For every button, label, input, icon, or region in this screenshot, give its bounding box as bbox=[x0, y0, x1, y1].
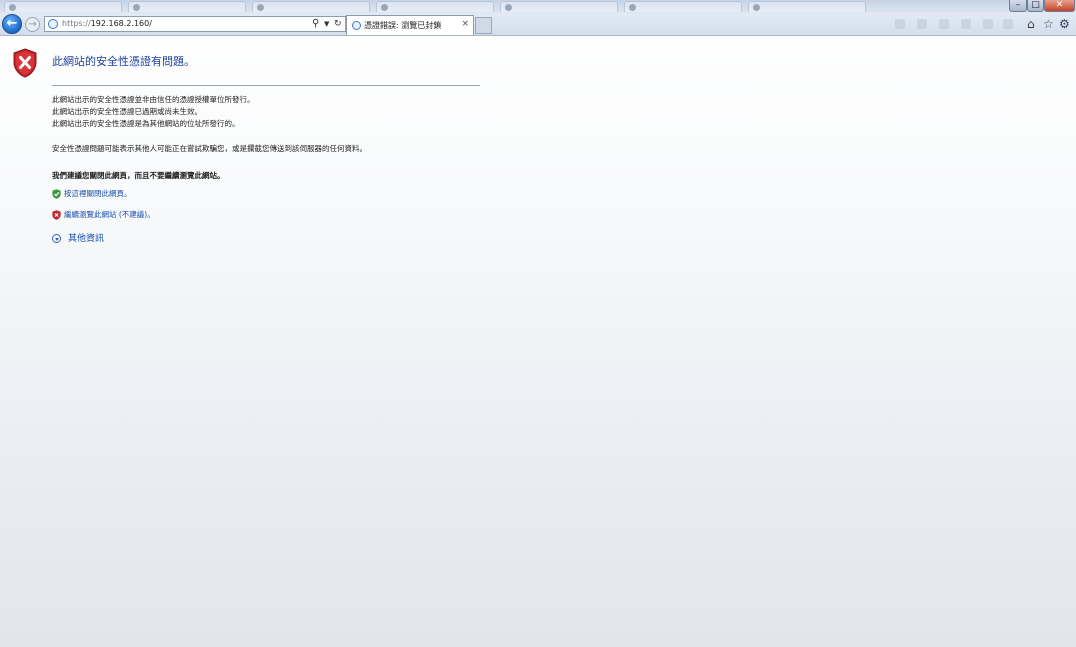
url-scheme: https:// bbox=[62, 19, 91, 28]
search-icon[interactable]: ⚲ bbox=[312, 17, 319, 31]
tab-favicon-icon bbox=[505, 4, 512, 11]
star-icon[interactable]: ☆ bbox=[1043, 16, 1054, 32]
minimize-button[interactable]: – bbox=[1009, 0, 1027, 12]
navigation-bar: ← → https://192.168.2.160/ ⚲ ▼ ↻ 憑證錯誤: 瀏… bbox=[0, 13, 1076, 36]
page-title: 此網站的安全性憑證有問題。 bbox=[52, 55, 195, 68]
window-close-button[interactable]: ✕ bbox=[1044, 0, 1075, 12]
toolbar-add-on-icon[interactable] bbox=[939, 19, 949, 29]
divider bbox=[52, 85, 480, 86]
toolbar-add-on-icon[interactable] bbox=[961, 19, 971, 29]
green-shield-check-icon bbox=[52, 189, 61, 199]
ie-page-icon bbox=[48, 19, 58, 29]
new-tab-button[interactable] bbox=[475, 17, 492, 34]
shield-error-icon bbox=[13, 48, 37, 78]
chevron-down-icon[interactable]: ▼ bbox=[324, 17, 329, 32]
address-url[interactable]: https://192.168.2.160/ bbox=[62, 17, 152, 31]
reason-item: 此網站出示的安全性憑證並非由信任的憑證授權單位所發行。 bbox=[52, 95, 255, 104]
toolbar-add-on-icon[interactable] bbox=[1003, 19, 1013, 29]
gear-icon[interactable]: ⚙ bbox=[1059, 16, 1070, 32]
refresh-icon[interactable]: ↻ bbox=[334, 17, 342, 31]
recommendation-text: 我們建議您關閉此網頁，而且不要繼續瀏覽此網站。 bbox=[52, 171, 225, 180]
forward-button[interactable]: → bbox=[25, 17, 40, 32]
address-bar[interactable]: https://192.168.2.160/ ⚲ ▼ ↻ bbox=[44, 16, 346, 32]
url-host: 192.168.2.160/ bbox=[90, 19, 152, 28]
tab-favicon-icon bbox=[133, 4, 140, 11]
home-icon[interactable]: ⌂ bbox=[1027, 16, 1035, 32]
risk-description: 安全性憑證問題可能表示其他人可能正在嘗試欺騙您，或是攔截您傳送到該伺服器的任何資… bbox=[52, 144, 367, 153]
close-icon[interactable]: × bbox=[461, 19, 469, 29]
background-tab[interactable] bbox=[4, 1, 122, 12]
tab-favicon-icon bbox=[381, 4, 388, 11]
toolbar-add-on-icon[interactable] bbox=[895, 19, 905, 29]
background-tab[interactable] bbox=[376, 1, 494, 12]
tab-favicon-icon bbox=[9, 4, 16, 11]
toolbar-add-on-icon[interactable] bbox=[917, 19, 927, 29]
title-bar: – □ ✕ bbox=[0, 0, 1076, 13]
continue-label[interactable]: 繼續瀏覽此網站 (不建議)。 bbox=[64, 209, 155, 221]
background-tab[interactable] bbox=[128, 1, 246, 12]
toolbar-add-on-icon[interactable] bbox=[983, 19, 993, 29]
background-tab[interactable] bbox=[748, 1, 866, 12]
more-info-label[interactable]: 其他資訊 bbox=[68, 232, 104, 246]
back-button[interactable]: ← bbox=[2, 14, 22, 34]
tab-favicon-icon bbox=[257, 4, 264, 11]
reason-item: 此網站出示的安全性憑證是為其他網站的位址所發行的。 bbox=[52, 119, 240, 128]
tab-favicon-icon bbox=[753, 4, 760, 11]
reason-list: 此網站出示的安全性憑證並非由信任的憑證授權單位所發行。 此網站出示的安全性憑證已… bbox=[52, 94, 255, 130]
background-tab[interactable] bbox=[624, 1, 742, 12]
maximize-button[interactable]: □ bbox=[1027, 0, 1044, 12]
reason-item: 此網站出示的安全性憑證已過期或尚未生效。 bbox=[52, 107, 202, 116]
ie-page-icon bbox=[352, 21, 361, 30]
background-tab[interactable] bbox=[252, 1, 370, 12]
red-shield-x-icon bbox=[52, 210, 61, 220]
close-page-label[interactable]: 按這裡關閉此網頁。 bbox=[64, 188, 132, 200]
tab-title: 憑證錯誤: 瀏覽已封鎖 bbox=[364, 21, 442, 30]
expand-circle-icon[interactable] bbox=[52, 234, 61, 243]
certificate-error-page: 此網站的安全性憑證有問題。 此網站出示的安全性憑證並非由信任的憑證授權單位所發行… bbox=[0, 36, 1076, 647]
tab-favicon-icon bbox=[629, 4, 636, 11]
background-tab[interactable] bbox=[500, 1, 618, 12]
toolbar-icons bbox=[895, 16, 1025, 32]
active-tab[interactable]: 憑證錯誤: 瀏覽已封鎖 × bbox=[346, 15, 474, 35]
